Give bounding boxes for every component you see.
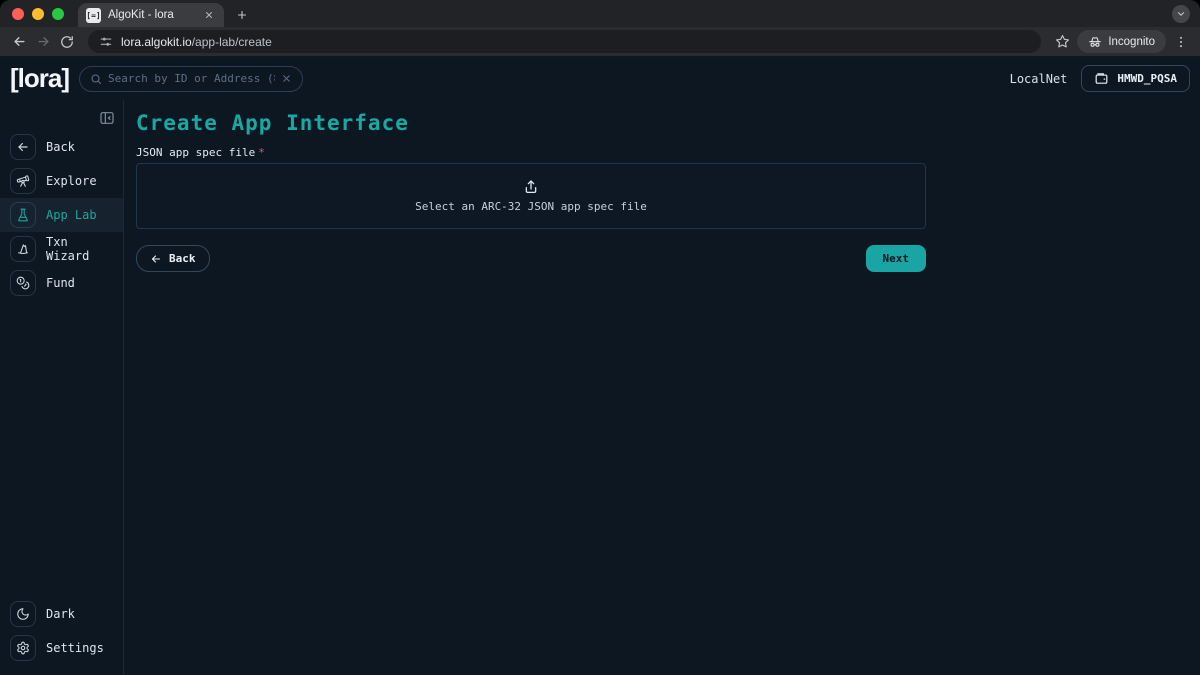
sidebar-item-label: Txn Wizard	[46, 235, 113, 263]
tab-title: AlgoKit - lora	[108, 9, 195, 21]
sidebar-item-app-lab[interactable]: App Lab	[0, 198, 123, 232]
tab-favicon-icon: [=]	[86, 8, 101, 23]
moon-icon	[10, 601, 36, 627]
forward-nav-icon	[34, 33, 52, 51]
upload-icon	[523, 179, 539, 195]
back-button-label: Back	[169, 252, 196, 265]
sidebar-item-label: Settings	[46, 641, 104, 655]
address-bar[interactable]: lora.algokit.io/app-lab/create	[88, 30, 1041, 53]
zoom-window-button[interactable]	[52, 8, 64, 20]
url-path: /app-lab/create	[192, 35, 272, 49]
sidebar-item-back[interactable]: Back	[0, 130, 123, 164]
field-label-text: JSON app spec file	[136, 146, 255, 159]
clear-search-icon[interactable]	[281, 73, 292, 84]
browser-toolbar: lora.algokit.io/app-lab/create Incognito	[0, 27, 1200, 57]
dropzone-text: Select an ARC-32 JSON app spec file	[415, 200, 647, 213]
url-text: lora.algokit.io/app-lab/create	[121, 35, 272, 49]
wallet-label: HMWD_PQSA	[1117, 72, 1177, 85]
app-header: [lora] LocalNet HMWD_PQSA	[0, 57, 1200, 100]
header-right: LocalNet HMWD_PQSA	[1010, 65, 1190, 92]
sidebar: Back Explore App Lab	[0, 100, 124, 675]
site-info-icon[interactable]	[99, 35, 113, 49]
field-label: JSON app spec file*	[136, 146, 1200, 159]
form-actions: Back Next	[136, 245, 926, 272]
sidebar-item-label: Back	[46, 140, 75, 154]
sidebar-item-label: Dark	[46, 607, 75, 621]
required-marker: *	[258, 146, 265, 159]
back-nav-icon[interactable]	[10, 33, 28, 51]
collapse-sidebar-icon[interactable]	[98, 109, 115, 126]
flask-icon	[10, 202, 36, 228]
coins-icon	[10, 270, 36, 296]
telescope-icon	[10, 168, 36, 194]
back-button[interactable]: Back	[136, 245, 210, 272]
close-tab-icon[interactable]	[202, 8, 216, 22]
sidebar-item-txn-wizard[interactable]: Txn Wizard	[0, 232, 123, 266]
sidebar-item-label: Explore	[46, 174, 97, 188]
lora-app: [lora] LocalNet HMWD_PQSA	[0, 57, 1200, 675]
sidebar-item-label: App Lab	[46, 208, 97, 222]
bookmark-star-icon[interactable]	[1053, 33, 1071, 51]
browser-window: [=] AlgoKit - lora lora.algokit.io/ap	[0, 0, 1200, 675]
incognito-badge: Incognito	[1077, 30, 1166, 53]
browser-tab[interactable]: [=] AlgoKit - lora	[78, 3, 224, 27]
page-title: Create App Interface	[136, 111, 1200, 135]
menu-kebab-icon[interactable]	[1172, 33, 1190, 51]
search-icon	[90, 73, 102, 85]
lora-logo[interactable]: [lora]	[10, 63, 69, 94]
tab-search-button[interactable]	[1172, 5, 1190, 23]
main-content: Create App Interface JSON app spec file*…	[124, 100, 1200, 675]
arrow-left-icon	[10, 134, 36, 160]
back-arrow-icon	[150, 253, 162, 265]
file-dropzone[interactable]: Select an ARC-32 JSON app spec file	[136, 163, 926, 229]
search-bar[interactable]	[79, 66, 303, 92]
url-domain: lora.algokit.io	[121, 35, 192, 49]
minimize-window-button[interactable]	[32, 8, 44, 20]
sidebar-item-settings[interactable]: Settings	[0, 631, 123, 665]
wallet-icon	[1094, 71, 1109, 86]
sidebar-item-explore[interactable]: Explore	[0, 164, 123, 198]
search-input[interactable]	[108, 72, 275, 85]
reload-icon[interactable]	[58, 33, 76, 51]
incognito-label: Incognito	[1108, 36, 1155, 48]
next-button[interactable]: Next	[866, 245, 927, 272]
sidebar-item-label: Fund	[46, 276, 75, 290]
tab-strip: [=] AlgoKit - lora	[0, 0, 1200, 27]
new-tab-button[interactable]	[230, 3, 254, 27]
sidebar-footer: Dark Settings	[0, 597, 123, 675]
traffic-lights	[12, 0, 64, 27]
close-window-button[interactable]	[12, 8, 24, 20]
sidebar-item-dark-mode[interactable]: Dark	[0, 597, 123, 631]
network-label[interactable]: LocalNet	[1010, 72, 1068, 86]
wallet-button[interactable]: HMWD_PQSA	[1081, 65, 1190, 92]
gear-icon	[10, 635, 36, 661]
app-body: Back Explore App Lab	[0, 100, 1200, 675]
sidebar-item-fund[interactable]: Fund	[0, 266, 123, 300]
incognito-icon	[1088, 35, 1102, 49]
wizard-hat-icon	[10, 236, 36, 262]
